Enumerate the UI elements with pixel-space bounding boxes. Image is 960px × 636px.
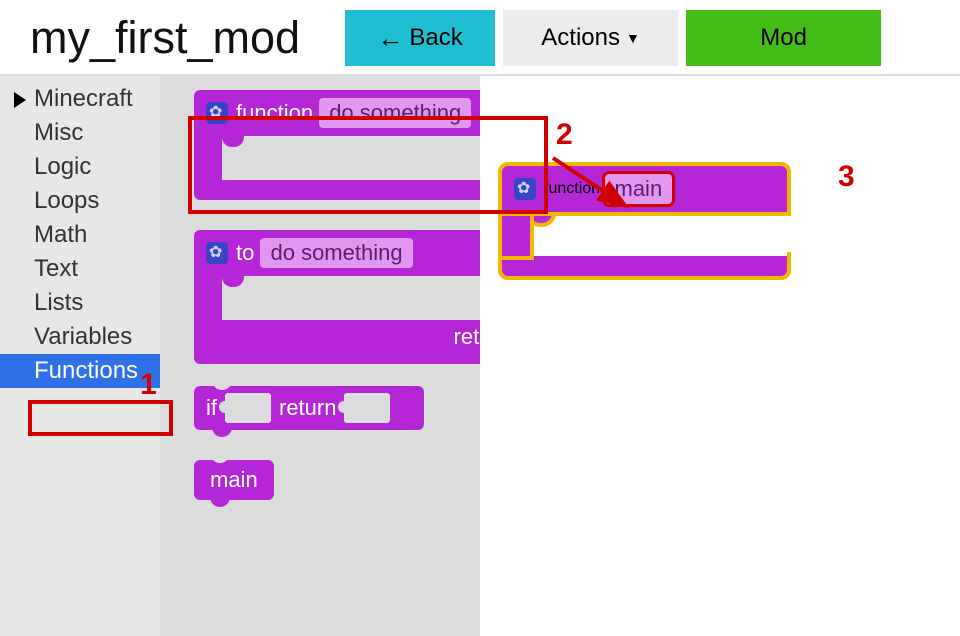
return-keyword: return [279, 395, 336, 421]
gear-icon[interactable] [206, 102, 228, 124]
category-text[interactable]: Text [0, 252, 160, 286]
function-name-field[interactable]: do something [260, 238, 412, 268]
toolbox-flyout: function do something to do something re… [160, 76, 480, 636]
category-lists[interactable]: Lists [0, 286, 160, 320]
canvas-function-block[interactable]: function main [502, 166, 787, 276]
category-loops[interactable]: Loops [0, 184, 160, 218]
to-keyword: to [236, 240, 254, 266]
value-slot[interactable] [344, 393, 390, 423]
function-name-field[interactable]: do something [319, 98, 471, 128]
category-logic[interactable]: Logic [0, 150, 160, 184]
category-functions[interactable]: Functions [0, 354, 160, 388]
blockly-canvas[interactable]: function main [480, 76, 960, 636]
gear-icon[interactable] [514, 178, 536, 200]
mod-button-label: Mod [760, 24, 807, 52]
category-misc[interactable]: Misc [0, 116, 160, 150]
caret-down-icon: ▼ [626, 30, 640, 46]
category-sidebar: Minecraft Misc Logic Loops Math Text Lis… [0, 76, 160, 636]
if-keyword: if [206, 395, 217, 421]
if-return-block[interactable]: if return [194, 386, 424, 430]
header: my_first_mod ← Back Actions ▼ Mod [0, 0, 960, 76]
gear-icon[interactable] [206, 242, 228, 264]
mod-title: my_first_mod [30, 12, 300, 64]
function-keyword: function [544, 180, 600, 198]
main-call-label: main [210, 467, 258, 493]
function-name-field-main[interactable]: main [605, 174, 673, 204]
back-button[interactable]: ← Back [345, 10, 495, 66]
function-keyword: function [236, 100, 313, 126]
category-variables[interactable]: Variables [0, 320, 160, 354]
back-button-label: Back [409, 24, 462, 52]
actions-button-label: Actions [541, 24, 620, 52]
actions-dropdown-button[interactable]: Actions ▼ [503, 10, 678, 66]
category-minecraft[interactable]: Minecraft [0, 82, 160, 116]
workspace: Minecraft Misc Logic Loops Math Text Lis… [0, 76, 960, 636]
mod-button[interactable]: Mod [686, 10, 881, 66]
main-call-block[interactable]: main [194, 460, 274, 500]
category-math[interactable]: Math [0, 218, 160, 252]
arrow-left-icon: ← [377, 23, 403, 54]
condition-slot[interactable] [225, 393, 271, 423]
